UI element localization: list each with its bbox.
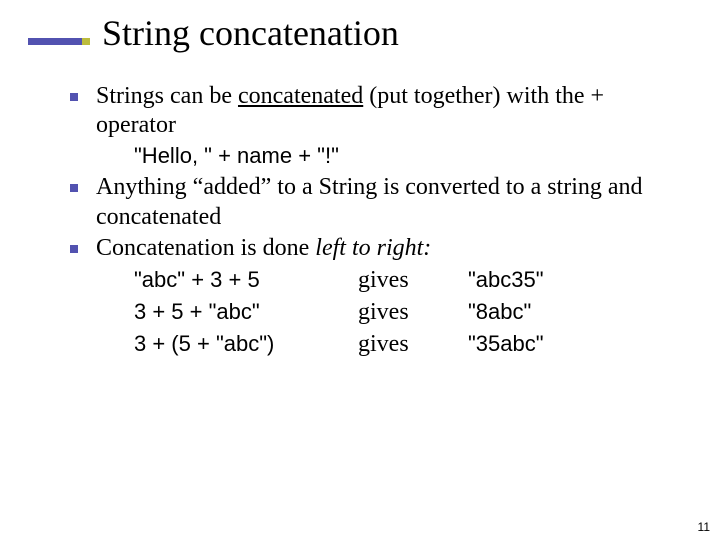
example-row: "abc" + 3 + 5 gives "abc35" [134,265,680,297]
code-example: "Hello, " + name + "!" [134,143,680,170]
bullet-square-icon [70,245,78,253]
example-result: "8abc" [468,297,531,326]
example-expression: "abc" + 3 + 5 [134,265,358,294]
bullet-item: Anything “added” to a String is converte… [70,173,680,232]
title-accent-bar [28,38,82,45]
bullet-text: Anything “added” to a String is converte… [96,173,680,232]
bullet-item: Concatenation is done left to right: [70,234,680,263]
slide-title: String concatenation [102,12,399,54]
slide-content: Strings can be concatenated (put togethe… [70,82,680,360]
bullet-square-icon [70,93,78,101]
text-fragment: Concatenation is done [96,235,315,261]
example-gives: gives [358,297,468,329]
example-row: 3 + (5 + "abc") gives "35abc" [134,329,680,361]
example-row: 3 + 5 + "abc" gives "8abc" [134,297,680,329]
page-number: 11 [698,520,710,534]
bullet-item: Strings can be concatenated (put togethe… [70,82,680,141]
example-expression: 3 + 5 + "abc" [134,297,358,326]
example-result: "abc35" [468,265,544,294]
bullet-text: Concatenation is done left to right: [96,234,680,263]
example-result: "35abc" [468,329,544,358]
underlined-word: concatenated [238,83,363,109]
example-expression: 3 + (5 + "abc") [134,329,358,358]
example-gives: gives [358,265,468,297]
italic-phrase: left to right: [315,235,431,261]
bullet-text: Strings can be concatenated (put togethe… [96,82,680,141]
example-table: "abc" + 3 + 5 gives "abc35" 3 + 5 + "abc… [134,265,680,360]
bullet-square-icon [70,184,78,192]
text-fragment: Strings can be [96,83,238,109]
example-gives: gives [358,329,468,361]
